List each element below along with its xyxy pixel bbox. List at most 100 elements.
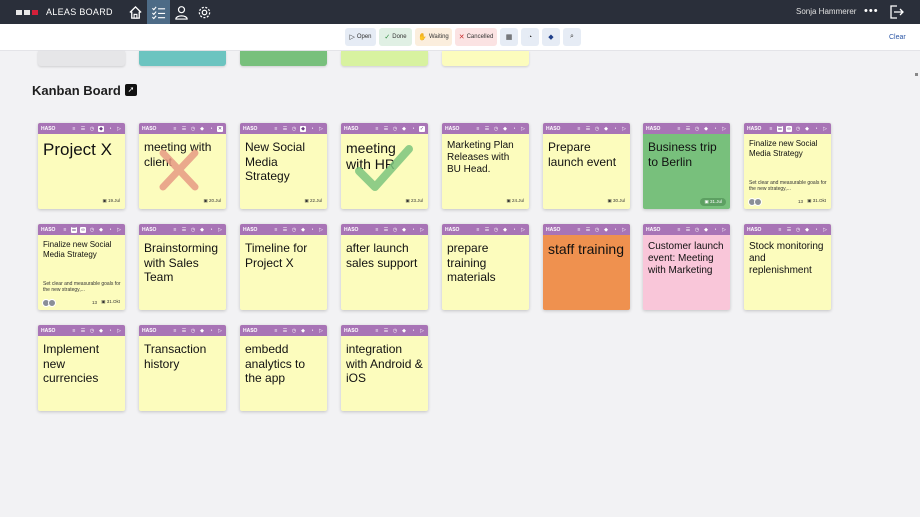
filter-open-button[interactable]: ▷ Open	[345, 28, 376, 46]
clock-icon[interactable]: ◷	[392, 227, 398, 233]
priority-icon[interactable]: ◆	[502, 227, 508, 233]
status-icon[interactable]: ✓	[419, 125, 425, 132]
logout-icon[interactable]	[888, 4, 904, 20]
status-icon[interactable]: ▷	[318, 328, 324, 334]
checklist-icon[interactable]: ☰	[80, 126, 86, 132]
priority-icon[interactable]: ◆	[401, 328, 407, 334]
status-icon[interactable]: ▷	[318, 126, 324, 132]
checklist-icon[interactable]: ☰	[71, 226, 77, 233]
filter-done-button[interactable]: ✓ Done	[379, 28, 412, 46]
palette-icon[interactable]: ◔	[208, 227, 214, 233]
priority-filter-button[interactable]: ◆	[542, 28, 560, 46]
status-icon[interactable]: ▷	[217, 227, 223, 233]
status-icon[interactable]: ▷	[217, 328, 223, 334]
checklist-icon[interactable]: ☰	[181, 328, 187, 334]
priority-icon[interactable]: ◆	[603, 126, 609, 132]
palette-icon[interactable]: ◔	[309, 328, 315, 334]
palette-icon[interactable]: ◔	[309, 227, 315, 233]
card-peek[interactable]	[240, 51, 327, 66]
checklist-icon[interactable]: ☰	[777, 125, 783, 132]
search-button[interactable]: ⌕	[563, 28, 581, 46]
palette-icon[interactable]: ◔	[612, 227, 618, 233]
priority-icon[interactable]: ◆	[804, 126, 810, 132]
clock-icon[interactable]: ◷	[190, 328, 196, 334]
align-icon[interactable]: ≡	[475, 126, 481, 132]
status-icon[interactable]: ▷	[520, 126, 526, 132]
align-icon[interactable]: ≡	[676, 126, 682, 132]
task-card[interactable]: HASO ≡ ☰ ◷ ◆ ◔ ▷ Implement new currencie…	[38, 325, 125, 411]
palette-icon[interactable]: ◔	[813, 126, 819, 132]
palette-icon[interactable]: ◔	[107, 227, 113, 233]
palette-icon[interactable]: ◔	[813, 227, 819, 233]
status-icon[interactable]: ▷	[318, 227, 324, 233]
status-icon[interactable]: ▷	[822, 227, 828, 233]
calendar-filter-button[interactable]: ▦	[500, 28, 518, 46]
checklist-icon[interactable]: ☰	[484, 126, 490, 132]
avatar[interactable]	[754, 198, 762, 206]
clock-icon[interactable]: ◷	[594, 126, 600, 132]
priority-icon[interactable]: ◆	[401, 227, 407, 233]
card-peek[interactable]	[139, 51, 226, 66]
palette-icon[interactable]: ◔	[107, 126, 113, 132]
checklist-icon[interactable]: ☰	[383, 227, 389, 233]
palette-icon[interactable]: ◔	[410, 126, 416, 132]
checklist-icon[interactable]: ☰	[383, 126, 389, 132]
clock-icon[interactable]: ◷	[493, 126, 499, 132]
checklist-icon[interactable]: ☰	[786, 227, 792, 233]
align-icon[interactable]: ≡	[273, 328, 279, 334]
align-icon[interactable]: ≡	[374, 328, 380, 334]
priority-icon[interactable]: ◆	[703, 126, 709, 132]
task-card[interactable]: HASO ≡ ☰ ◷ ◆ ◔ ▷ Stock monitoring and re…	[744, 224, 831, 310]
palette-icon[interactable]: ◔	[712, 227, 718, 233]
gear-icon[interactable]	[193, 0, 216, 24]
checklist-icon[interactable]: ☰	[685, 227, 691, 233]
palette-icon[interactable]: ◔	[410, 328, 416, 334]
filter-waiting-button[interactable]: ✋ Waiting	[415, 28, 452, 46]
task-card[interactable]: HASO ≡ ☰ ◷ ◆ ◔ ▷ Marketing Plan Releases…	[442, 123, 529, 209]
priority-icon[interactable]: ◆	[502, 126, 508, 132]
align-icon[interactable]: ≡	[71, 328, 77, 334]
priority-icon[interactable]: ◆	[804, 227, 810, 233]
palette-filter-button[interactable]: ◔	[521, 28, 539, 46]
priority-icon[interactable]: ◆	[300, 227, 306, 233]
clock-icon[interactable]: ◷	[594, 227, 600, 233]
clock-icon[interactable]: ◷	[795, 126, 801, 132]
priority-icon[interactable]: ◆	[603, 227, 609, 233]
clock-icon[interactable]: ◷	[694, 227, 700, 233]
task-card[interactable]: HASO ≡ ☰ ◷ ◆ ◔ ▷ Prepare launch event ▣ …	[543, 123, 630, 209]
palette-icon[interactable]: ◔	[208, 126, 214, 132]
clock-icon[interactable]: ◷	[89, 328, 95, 334]
task-card[interactable]: HASO ≡ ☰ ◷ ◆ ◔ ▷ Business trip to Berlin…	[643, 123, 730, 209]
align-icon[interactable]: ≡	[172, 328, 178, 334]
checklist-icon[interactable]: ☰	[80, 328, 86, 334]
align-icon[interactable]: ≡	[172, 227, 178, 233]
priority-icon[interactable]: ◆	[199, 227, 205, 233]
task-card[interactable]: HASO ≡ ☰ ◷ ◆ ◔ ▷ Customer launch event: …	[643, 224, 730, 310]
task-card[interactable]: HASO ≡ ☰ ◷ ◆ ◔ ▷ Transaction history	[139, 325, 226, 411]
align-icon[interactable]: ≡	[374, 227, 380, 233]
status-icon[interactable]: ▷	[419, 227, 425, 233]
task-card[interactable]: HASO ≡ ☰ ◷ ◆ ◔ ▷ Project X ▣ 19.Jul	[38, 123, 125, 209]
card-peek[interactable]	[442, 51, 529, 66]
task-card[interactable]: HASO ≡ ☰ ◷ ◆ ◔ ▷ New Social Media Strate…	[240, 123, 327, 209]
status-icon[interactable]: ▷	[621, 126, 627, 132]
home-icon[interactable]	[124, 0, 147, 24]
palette-icon[interactable]: ◔	[712, 126, 718, 132]
task-card[interactable]: HASO ≡ ☰ ◷ ◆ ◔ ✕ meeting with client ▣ 2…	[139, 123, 226, 209]
palette-icon[interactable]: ◔	[511, 227, 517, 233]
status-icon[interactable]: ✕	[217, 125, 223, 132]
checklist-icon[interactable]: ☰	[181, 227, 187, 233]
priority-icon[interactable]: ◆	[98, 227, 104, 233]
checklist-icon[interactable]: ☰	[282, 126, 288, 132]
clock-icon[interactable]: ◷	[89, 227, 95, 233]
clock-icon[interactable]: ◷	[392, 126, 398, 132]
status-icon[interactable]: ▷	[822, 126, 828, 132]
assignee-avatars[interactable]	[42, 299, 56, 307]
align-icon[interactable]: ≡	[273, 126, 279, 132]
checklist-icon[interactable]: ☰	[282, 328, 288, 334]
align-icon[interactable]: ≡	[475, 227, 481, 233]
align-icon[interactable]: ≡	[576, 227, 582, 233]
status-icon[interactable]: ▷	[721, 126, 727, 132]
task-list-icon[interactable]	[146, 0, 170, 24]
palette-icon[interactable]: ◔	[208, 328, 214, 334]
